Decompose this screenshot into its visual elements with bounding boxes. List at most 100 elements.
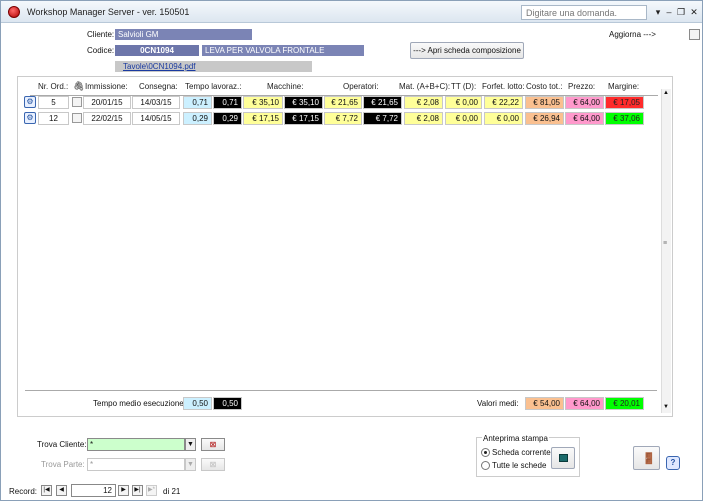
file-link[interactable]: Tavole\0CN1094.pdf	[115, 61, 312, 72]
col-costo-tot: Costo tot.:	[526, 82, 563, 91]
forfet-cell: € 0,00	[484, 112, 523, 125]
aggiorna-label: Aggiorna --->	[609, 30, 656, 39]
nr-ord-cell[interactable]: 12	[38, 112, 69, 125]
radio-scheda-corrente[interactable]	[481, 448, 490, 457]
costo-cell: € 26,94	[525, 112, 564, 125]
tempo-cell: 0,71	[183, 96, 212, 109]
print-preview-title: Anteprima stampa	[482, 434, 549, 443]
scroll-grip-icon[interactable]: ≡	[663, 240, 667, 247]
minimize-icon[interactable]: –	[663, 6, 675, 18]
tt-cell: € 0,00	[445, 112, 482, 125]
open-scheda-button[interactable]: ---> Apri scheda composizione	[410, 42, 524, 59]
col-macchine: Macchine:	[267, 82, 304, 91]
clear-filter-button[interactable]: ⊠	[201, 438, 225, 451]
medio-costo-cell: € 54,00	[525, 397, 564, 410]
tempo-cell: 0,29	[183, 112, 212, 125]
margine-cell: € 37,06	[605, 112, 644, 125]
valori-medi-label: Valori medi:	[477, 399, 519, 408]
col-consegna: Consegna:	[139, 82, 178, 91]
row-checkbox[interactable]	[72, 97, 82, 107]
clear-filter-button[interactable]: ⊠	[201, 458, 225, 471]
scroll-down-icon[interactable]: ▼	[663, 404, 669, 410]
col-margine: Margine:	[608, 82, 640, 91]
immissione-cell[interactable]: 22/02/15	[83, 112, 131, 125]
help-search-input[interactable]: Digitare una domanda.	[521, 5, 647, 20]
first-record-icon[interactable]: |◀	[41, 485, 52, 496]
costo-cell: € 81,05	[525, 96, 564, 109]
codice-field[interactable]: 0CN1094	[115, 45, 199, 56]
help-icon[interactable]: ?	[666, 456, 680, 470]
exit-button[interactable]: 🚪	[633, 446, 660, 470]
row-open-icon[interactable]: ⚙	[24, 96, 36, 108]
margine-cell: € 17,05	[605, 96, 644, 109]
prezzo-cell: € 64,00	[565, 112, 604, 125]
chevron-down-icon[interactable]: ▼	[185, 458, 196, 471]
materiali-cell: € 2,08	[404, 96, 443, 109]
footer-divider	[25, 390, 657, 391]
tempo-total-cell: 0,71	[213, 96, 242, 109]
row-open-icon[interactable]: ⚙	[24, 112, 36, 124]
macchine-cell: € 17,15	[243, 112, 283, 125]
aggiorna-checkbox[interactable]	[689, 29, 700, 40]
cliente-label: Cliente:	[87, 30, 115, 39]
tempo-medio-total-cell: 0,50	[213, 397, 242, 410]
radio-scheda-corrente-label: Scheda corrente	[492, 448, 551, 457]
cliente-field[interactable]: Salvioli GM	[115, 29, 252, 40]
macchine-total-cell: € 35,10	[284, 96, 323, 109]
macchine-total-cell: € 17,15	[284, 112, 323, 125]
consegna-cell[interactable]: 14/05/15	[132, 112, 180, 125]
record-label: Record:	[9, 487, 38, 496]
materiali-cell: € 2,08	[404, 112, 443, 125]
prezzo-cell: € 64,00	[565, 96, 604, 109]
close-icon[interactable]: ✕	[688, 6, 700, 18]
tempo-total-cell: 0,29	[213, 112, 242, 125]
trova-parte-label: Trova Parte:	[41, 460, 85, 469]
trova-cliente-combo[interactable]: *	[87, 438, 185, 451]
operatori-total-cell: € 21,65	[363, 96, 402, 109]
restore-icon[interactable]: ❐	[675, 6, 687, 18]
col-tempo-lavoraz: Tempo lavoraz.:	[185, 82, 242, 91]
immissione-cell[interactable]: 20/01/15	[83, 96, 131, 109]
operatori-total-cell: € 7,72	[363, 112, 402, 125]
col-forfet-lotto: Forfet. lotto:	[482, 82, 525, 91]
next-record-icon[interactable]: ▶	[118, 485, 129, 496]
scroll-up-icon[interactable]: ▲	[663, 90, 669, 96]
tempo-medio-cell: 0,50	[183, 397, 212, 410]
title-bar: Workshop Manager Server - ver. 150501 Di…	[1, 1, 702, 23]
forfet-cell: € 22,22	[484, 96, 523, 109]
col-immissione: Immissione:	[85, 82, 128, 91]
operatori-cell: € 7,72	[324, 112, 362, 125]
last-record-icon[interactable]: ▶|	[132, 485, 143, 496]
new-record-icon[interactable]: ▶*	[146, 485, 157, 496]
vertical-scrollbar[interactable]: ▲ ≡ ▼	[661, 89, 671, 413]
macchine-cell: € 35,10	[243, 96, 283, 109]
operatori-cell: € 21,65	[324, 96, 362, 109]
radio-tutte-schede-label: Tutte le schede	[492, 461, 547, 470]
attachment-icon: 🖇	[73, 81, 85, 91]
descrizione-field[interactable]: LEVA PER VALVOLA FRONTALE	[202, 45, 364, 56]
record-of-label: di 21	[163, 487, 181, 496]
record-number-input[interactable]: 12	[71, 484, 116, 497]
trova-cliente-label: Trova Cliente:	[37, 440, 87, 449]
col-prezzo: Prezzo:	[568, 82, 596, 91]
row-checkbox[interactable]	[72, 113, 82, 123]
print-preview-button[interactable]	[551, 447, 575, 469]
trova-parte-combo[interactable]: *	[87, 458, 185, 471]
window-title: Workshop Manager Server - ver. 150501	[27, 7, 190, 17]
prev-record-icon[interactable]: ◀	[56, 485, 67, 496]
app-icon	[8, 6, 20, 18]
col-nr-ord: Nr. Ord.:	[38, 82, 69, 91]
exit-door-icon: 🚪	[642, 453, 656, 465]
consegna-cell[interactable]: 14/03/15	[132, 96, 180, 109]
nr-ord-cell[interactable]: 5	[38, 96, 69, 109]
app-window: Workshop Manager Server - ver. 150501 Di…	[0, 0, 703, 501]
col-materiali: Mat. (A+B+C):	[399, 82, 451, 91]
col-tt: TT (D):	[451, 82, 477, 91]
tt-cell: € 0,00	[445, 96, 482, 109]
chevron-down-icon[interactable]: ▼	[185, 438, 196, 451]
codice-label: Codice:	[87, 46, 115, 55]
detail-panel	[17, 76, 673, 417]
medio-margine-cell: € 20,01	[605, 397, 644, 410]
radio-tutte-schede[interactable]	[481, 461, 490, 470]
print-icon	[559, 454, 568, 462]
